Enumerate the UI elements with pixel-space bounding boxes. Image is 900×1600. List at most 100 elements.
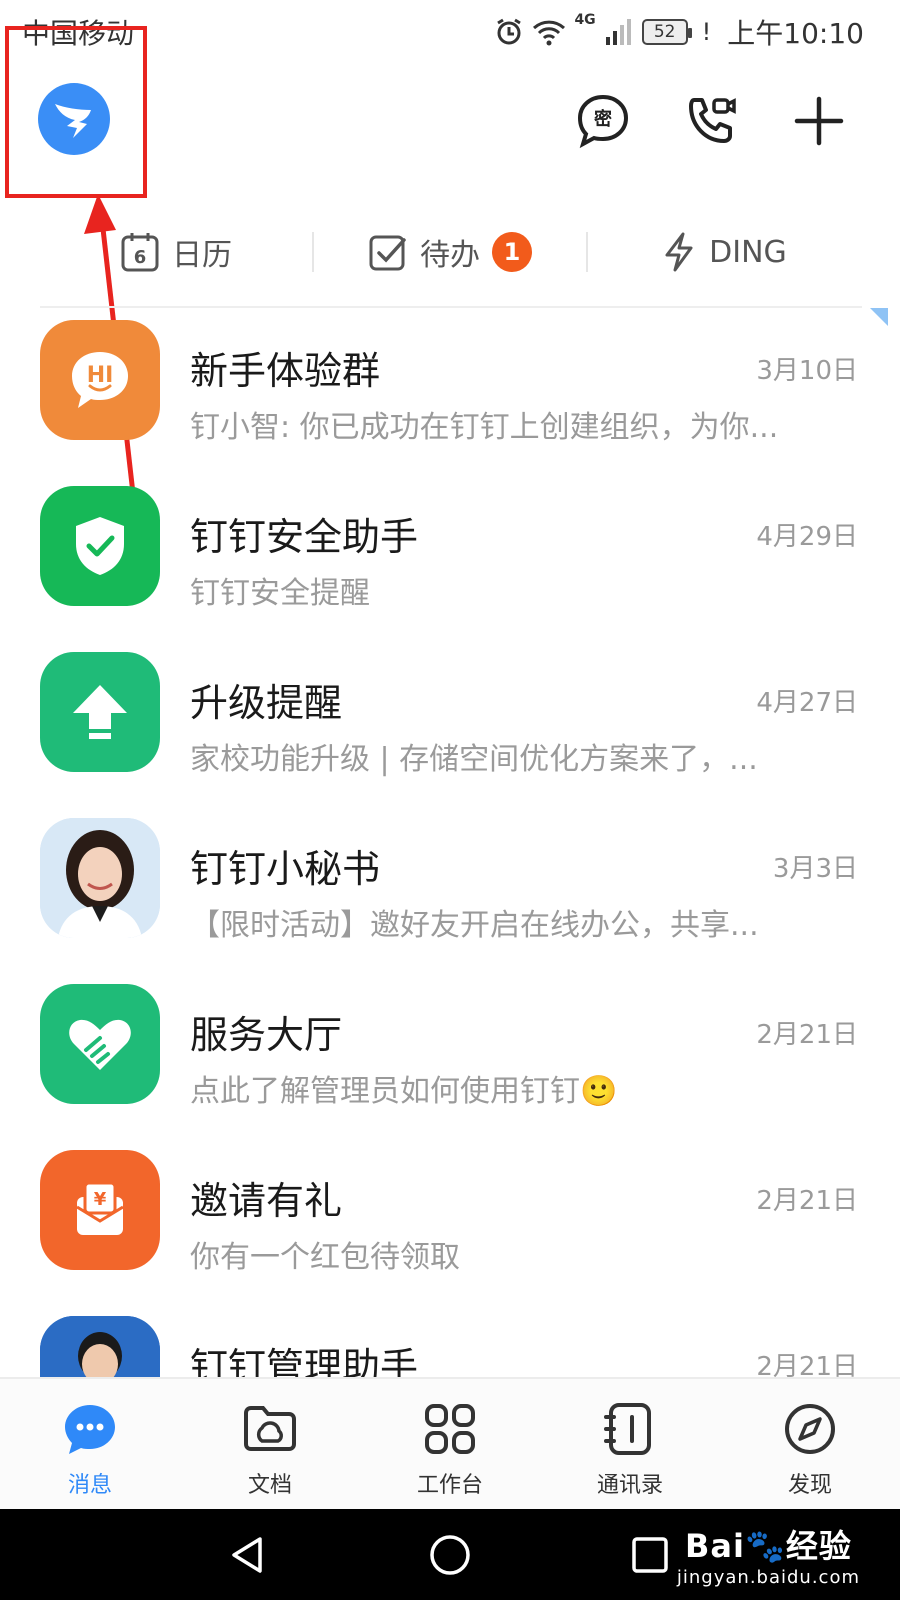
baidu-jingyan-watermark: Bai🐾经验 jingyan.baidu.com: [677, 1521, 860, 1588]
conversation-title: 钉钉管理助手: [190, 1345, 419, 1377]
recents-button[interactable]: [624, 1529, 676, 1581]
conversation-avatar: ¥: [40, 1150, 160, 1270]
message-icon: [62, 1401, 118, 1457]
home-circle-icon: [430, 1535, 470, 1575]
tab-workbench[interactable]: 工作台: [360, 1379, 540, 1509]
tab-discover[interactable]: 发现: [720, 1379, 900, 1509]
conversation-time: 2月21日: [756, 1186, 858, 1216]
conversation-row[interactable]: ¥ 邀请有礼 2月21日 你有一个红包待领取: [0, 1150, 900, 1316]
tab-label: 通讯录: [596, 1473, 663, 1498]
watermark-subtitle: jingyan.baidu.com: [676, 1567, 860, 1588]
calendar-label: 日历: [172, 238, 232, 273]
tab-label: 文档: [247, 1473, 292, 1498]
status-icons: 4G 52 ! 上午10:10: [494, 10, 864, 54]
conversation-time: 4月27日: [756, 688, 858, 718]
conversation-preview: 你有一个红包待领取: [190, 1240, 460, 1275]
conversation-time: 2月21日: [756, 1352, 858, 1377]
conversation-row[interactable]: 钉钉小秘书 3月3日 【限时活动】邀好友开启在线办公，共享...: [0, 818, 900, 984]
ding-button[interactable]: DING: [588, 231, 860, 273]
svg-text:HI: HI: [87, 363, 114, 388]
tab-label: 消息: [67, 1473, 112, 1498]
contacts-icon: [602, 1401, 658, 1457]
battery-warning-icon: !: [701, 18, 712, 46]
conversation-preview: 钉小智: 你已成功在钉钉上创建组织，为你...: [190, 410, 779, 445]
tab-documents[interactable]: 文档: [180, 1379, 360, 1509]
calendar-icon: 6: [121, 233, 159, 272]
back-triangle-icon: [232, 1537, 262, 1573]
conversation-time: 3月10日: [756, 356, 858, 386]
folder-icon: [242, 1401, 298, 1457]
conversation-row[interactable]: 钉钉管理助手 2月21日: [0, 1316, 900, 1377]
tab-label: 发现: [787, 1473, 832, 1498]
conversation-time: 2月21日: [756, 1020, 858, 1050]
tab-messages[interactable]: 消息: [0, 1379, 180, 1509]
shield-check-icon: [76, 517, 124, 575]
conversation-title: 新手体验群: [190, 349, 381, 393]
header-divider: [40, 306, 862, 308]
clock: 上午10:10: [727, 17, 864, 50]
home-button[interactable]: [424, 1529, 476, 1581]
calendar-day-number: 6: [134, 247, 147, 268]
calendar-button[interactable]: 6 日历: [40, 230, 312, 274]
secret-chat-icon: 密: [577, 94, 629, 149]
checkbox-icon: [369, 235, 406, 271]
svg-text:¥: ¥: [94, 1189, 107, 1210]
conversation-avatar: [40, 486, 160, 606]
secret-chat-button[interactable]: 密: [572, 90, 634, 152]
hi-chat-icon: HI: [72, 352, 128, 408]
watermark-title: Bai🐾经验: [685, 1527, 852, 1565]
signal-icon: [605, 19, 631, 45]
conversation-title: 邀请有礼: [190, 1179, 343, 1223]
video-call-button[interactable]: [680, 90, 742, 152]
message-list[interactable]: HI 新手体验群 3月10日 钉小智: 你已成功在钉钉上创建组织，为你... 钉…: [0, 310, 900, 1377]
heart-hand-icon: [69, 1019, 131, 1070]
conversation-row[interactable]: HI 新手体验群 3月10日 钉小智: 你已成功在钉钉上创建组织，为你...: [0, 320, 900, 486]
person-photo: [40, 818, 160, 938]
conversation-row[interactable]: 服务大厅 2月21日 点此了解管理员如何使用钉钉🙂: [0, 984, 900, 1150]
upgrade-arrow-icon: [73, 685, 127, 739]
conversation-title: 钉钉小秘书: [190, 847, 381, 891]
battery-indicator: 52: [641, 19, 692, 45]
conversation-preview: 点此了解管理员如何使用钉钉🙂: [190, 1074, 618, 1109]
conversation-time: 4月29日: [756, 522, 858, 552]
ding-label: DING: [709, 234, 787, 270]
dingtalk-logo-icon: [55, 104, 91, 138]
conversation-title: 服务大厅: [190, 1013, 343, 1057]
bottom-tab-bar: 消息 文档 工作台 通讯录 发现: [0, 1377, 900, 1509]
recents-square-icon: [632, 1537, 668, 1573]
conversation-time: 3月3日: [772, 854, 858, 884]
wifi-icon: [533, 20, 566, 46]
conversation-title: 钉钉安全助手: [190, 515, 419, 559]
todo-button[interactable]: 待办 1: [314, 230, 586, 274]
conversation-preview: 家校功能升级 | 存储空间优化方案来了，...: [190, 742, 758, 777]
conversation-avatar: [40, 818, 160, 938]
red-packet-icon: ¥: [76, 1181, 124, 1235]
plus-icon: [794, 96, 844, 146]
svg-text:密: 密: [594, 108, 612, 130]
network-type-label: 4G: [574, 12, 596, 28]
conversation-preview: 【限时活动】邀好友开启在线办公，共享...: [190, 908, 759, 943]
quick-action-bar: 6 日历 待办 1 DING: [40, 210, 860, 294]
conversation-avatar: [40, 984, 160, 1104]
lightning-icon: [665, 232, 693, 272]
todo-label: 待办: [420, 238, 480, 273]
dingtalk-logo-button[interactable]: [38, 83, 110, 155]
add-button[interactable]: [788, 90, 850, 152]
tab-label: 工作台: [416, 1473, 483, 1498]
system-nav-bar: Bai🐾经验 jingyan.baidu.com: [0, 1509, 900, 1600]
alarm-icon: [497, 18, 522, 45]
conversation-avatar: [40, 1316, 160, 1377]
todo-badge: 1: [492, 232, 532, 272]
conversation-row[interactable]: 升级提醒 4月27日 家校功能升级 | 存储空间优化方案来了，...: [0, 652, 900, 818]
grid-icon: [422, 1401, 478, 1457]
conversation-row[interactable]: 钉钉安全助手 4月29日 钉钉安全提醒: [0, 486, 900, 652]
conversation-preview: 钉钉安全提醒: [190, 576, 370, 611]
conversation-title: 升级提醒: [190, 681, 343, 725]
back-button[interactable]: [222, 1529, 274, 1581]
phone-video-icon: [689, 98, 736, 143]
compass-icon: [782, 1401, 838, 1457]
conversation-avatar: HI: [40, 320, 160, 440]
conversation-avatar: [40, 652, 160, 772]
person-photo: [40, 1316, 160, 1377]
tab-contacts[interactable]: 通讯录: [540, 1379, 720, 1509]
